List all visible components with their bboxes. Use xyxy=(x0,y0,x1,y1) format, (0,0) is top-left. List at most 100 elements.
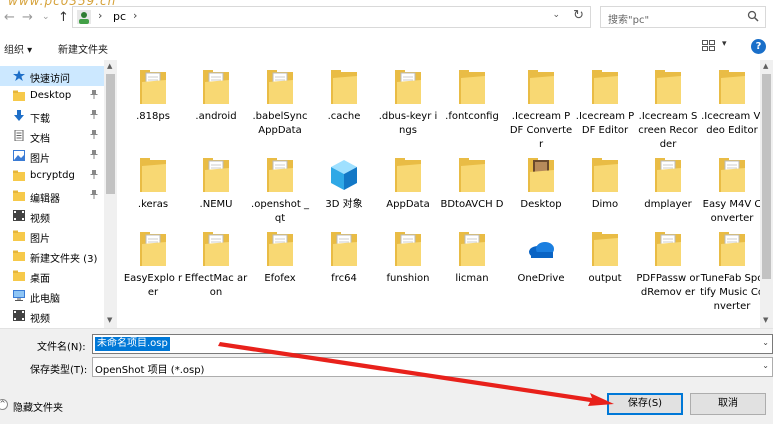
back-icon[interactable]: ← xyxy=(4,10,15,25)
file-item[interactable]: funshion xyxy=(376,230,440,286)
breadcrumb-separator[interactable]: › xyxy=(98,9,102,22)
hide-folders-toggle[interactable]: ^ 隐藏文件夹 xyxy=(0,398,72,414)
file-item[interactable]: .babelSync AppData xyxy=(248,68,312,138)
nav-item[interactable]: 图片 xyxy=(0,146,104,166)
file-item[interactable]: AppData xyxy=(376,156,440,212)
search-icon[interactable] xyxy=(747,10,759,22)
nav-item[interactable]: 此电脑 xyxy=(0,286,104,306)
folder-docs-icon xyxy=(393,230,423,268)
folder-icon xyxy=(393,156,423,194)
filename-dropdown-icon[interactable]: ⌄ xyxy=(762,338,769,347)
breadcrumb-separator[interactable]: › xyxy=(133,9,137,22)
file-item[interactable]: licman xyxy=(440,230,504,286)
save-button[interactable]: 保存(S) xyxy=(607,393,683,415)
folder-icon xyxy=(13,230,25,241)
file-item[interactable]: .818ps xyxy=(121,68,185,124)
scroll-up-icon[interactable]: ▲ xyxy=(763,62,768,70)
recent-locations-icon[interactable]: ⌄ xyxy=(42,12,50,22)
folder-icon xyxy=(329,68,359,106)
save-file-dialog: www.pc0359.cn ← → ⌄ ↑ › pc › ⌄ ↻ 搜索"pc" xyxy=(0,0,773,424)
scroll-thumb[interactable] xyxy=(762,74,771,279)
path-dropdown-icon[interactable]: ⌄ xyxy=(552,10,560,20)
scroll-down-icon[interactable]: ▼ xyxy=(107,316,112,324)
scroll-up-icon[interactable]: ▲ xyxy=(107,62,112,70)
file-item[interactable]: output xyxy=(573,230,637,286)
nav-item-label: 图片 xyxy=(30,234,50,245)
new-folder-button[interactable]: 新建文件夹 xyxy=(58,41,108,56)
file-item-name: output xyxy=(588,273,622,284)
file-item-name: .fontconfig xyxy=(445,111,499,122)
scroll-down-icon[interactable]: ▼ xyxy=(763,316,768,324)
folder-icon xyxy=(457,68,487,106)
file-item[interactable]: .keras xyxy=(121,156,185,212)
file-item[interactable]: .dbus-keyr ings xyxy=(376,68,440,138)
file-item[interactable]: PDFPassw ordRemov er xyxy=(636,230,700,300)
filename-field[interactable]: 未命名项目.osp ⌄ xyxy=(92,334,773,354)
file-item-name: 3D 对象 xyxy=(325,199,363,210)
file-item-name: .openshot _qt xyxy=(251,199,309,224)
folder-docs-icon xyxy=(393,68,423,106)
nav-item[interactable]: 文档 xyxy=(0,126,104,146)
file-item[interactable]: 3D 对象 xyxy=(312,156,376,212)
file-item-name: AppData xyxy=(386,199,430,210)
refresh-icon[interactable]: ↻ xyxy=(573,8,584,23)
file-item[interactable]: .fontconfig xyxy=(440,68,504,124)
nav-item-label: 下载 xyxy=(30,114,50,125)
collapse-icon[interactable]: ^ xyxy=(0,399,8,410)
file-item[interactable]: EffectMac aron xyxy=(184,230,248,300)
search-input[interactable]: 搜索"pc" xyxy=(600,6,766,28)
file-item-name: .818ps xyxy=(136,111,170,122)
pin-icon xyxy=(90,170,98,181)
file-item[interactable]: .Icecream Video Editor xyxy=(700,68,760,138)
nav-item[interactable]: 图片 xyxy=(0,226,104,246)
cancel-button[interactable]: 取消 xyxy=(690,393,766,415)
file-item[interactable]: BDtoAVCH D xyxy=(440,156,504,212)
file-item[interactable]: .Icecream PDF Converter xyxy=(509,68,573,152)
view-options-icon[interactable] xyxy=(702,40,715,51)
file-item[interactable]: dmplayer xyxy=(636,156,700,212)
file-item[interactable]: EasyExplo rer xyxy=(121,230,185,300)
folder-icon xyxy=(13,270,25,281)
nav-scrollbar[interactable]: ▲ ▼ xyxy=(104,60,117,328)
nav-item-label: 桌面 xyxy=(30,274,50,285)
filetype-dropdown-icon[interactable]: ⌄ xyxy=(762,361,769,370)
filename-value[interactable]: 未命名项目.osp xyxy=(95,337,170,351)
breadcrumb-pc[interactable]: pc xyxy=(113,10,126,23)
scroll-thumb[interactable] xyxy=(106,74,115,194)
nav-item[interactable]: 快速访问 xyxy=(0,66,104,86)
organize-menu[interactable]: 组织 ▾ xyxy=(4,41,32,56)
folder-docs-icon xyxy=(201,156,231,194)
onedrive-icon xyxy=(526,230,556,268)
file-item-name: .Icecream PDF Editor xyxy=(575,111,635,136)
address-path[interactable]: › pc › ⌄ ↻ xyxy=(72,6,591,28)
file-item[interactable]: Dimo xyxy=(573,156,637,212)
file-item[interactable]: TuneFab Spotify Music Converter xyxy=(700,230,760,314)
file-item[interactable]: Easy M4V Converter xyxy=(700,156,760,226)
file-item[interactable]: OneDrive xyxy=(509,230,573,286)
nav-item[interactable]: 下载 xyxy=(0,106,104,126)
file-item[interactable]: .NEMU xyxy=(184,156,248,212)
file-item[interactable]: .Icecream Screen Recorder xyxy=(636,68,700,152)
file-item[interactable]: .openshot _qt xyxy=(248,156,312,226)
file-item[interactable]: .Icecream PDF Editor xyxy=(573,68,637,138)
nav-item[interactable]: 视频 xyxy=(0,306,104,326)
file-item[interactable]: .cache xyxy=(312,68,376,124)
file-scrollbar[interactable]: ▲ ▼ xyxy=(760,60,773,328)
file-item[interactable]: Efofex xyxy=(248,230,312,286)
file-item[interactable]: Desktop xyxy=(509,156,573,212)
view-dropdown-icon[interactable]: ▾ xyxy=(722,39,727,49)
help-icon[interactable]: ? xyxy=(751,39,766,54)
file-item-name: PDFPassw ordRemov er xyxy=(636,273,700,298)
file-item[interactable]: frc64 xyxy=(312,230,376,286)
forward-icon[interactable]: → xyxy=(22,10,33,25)
nav-item[interactable]: 视频 xyxy=(0,206,104,226)
nav-item[interactable]: bcryptdg xyxy=(0,166,104,186)
nav-item[interactable]: Desktop xyxy=(0,86,104,106)
nav-item[interactable]: 编辑器 xyxy=(0,186,104,206)
hide-folders-label[interactable]: 隐藏文件夹 xyxy=(13,399,63,414)
nav-item[interactable]: 桌面 xyxy=(0,266,104,286)
up-icon[interactable]: ↑ xyxy=(58,10,69,25)
file-item[interactable]: .android xyxy=(184,68,248,124)
filetype-select[interactable]: OpenShot 项目 (*.osp) ⌄ xyxy=(92,357,773,377)
nav-item[interactable]: 新建文件夹 (3) xyxy=(0,246,104,266)
